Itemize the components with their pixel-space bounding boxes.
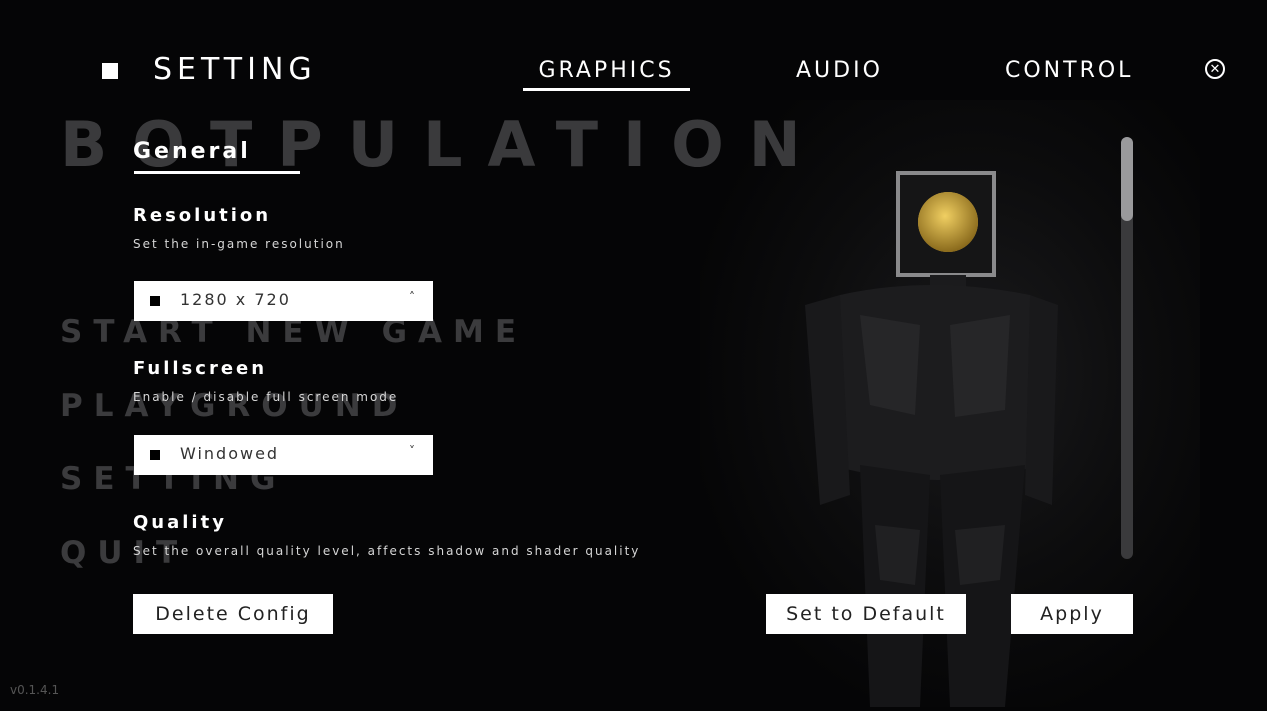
close-button[interactable]: ✕ [1205, 59, 1225, 79]
title-square-icon [102, 63, 118, 79]
chevron-up-icon: ˄ [409, 290, 415, 304]
set-to-default-button[interactable]: Set to Default [766, 594, 966, 634]
quality-label: Quality [133, 512, 227, 533]
chevron-down-icon: ˅ [409, 444, 415, 458]
fullscreen-dropdown[interactable]: Windowed ˅ [134, 435, 433, 475]
resolution-value: 1280 x 720 [180, 290, 291, 309]
dropdown-square-icon [150, 296, 160, 306]
version-label: v0.1.4.1 [10, 683, 60, 697]
settings-scrollbar[interactable] [1121, 137, 1133, 559]
tab-graphics[interactable]: GRAPHICS [523, 58, 690, 83]
fullscreen-value: Windowed [180, 444, 280, 463]
scrollbar-thumb[interactable] [1121, 137, 1133, 221]
close-circle-icon: ✕ [1209, 61, 1221, 77]
dropdown-square-icon [150, 450, 160, 460]
resolution-dropdown[interactable]: 1280 x 720 ˄ [134, 281, 433, 321]
section-title: General [133, 139, 251, 164]
section-underline [134, 171, 300, 174]
fullscreen-description: Enable / disable full screen mode [133, 390, 399, 404]
apply-button[interactable]: Apply [1011, 594, 1133, 634]
delete-config-button[interactable]: Delete Config [133, 594, 333, 634]
resolution-label: Resolution [133, 205, 272, 226]
active-tab-indicator [523, 88, 690, 91]
page-title: SETTING [153, 52, 317, 87]
tab-control[interactable]: CONTROL [1005, 58, 1133, 83]
fullscreen-label: Fullscreen [133, 358, 268, 379]
tab-audio[interactable]: AUDIO [796, 58, 883, 83]
resolution-description: Set the in-game resolution [133, 237, 345, 251]
quality-description: Set the overall quality level, affects s… [133, 544, 641, 558]
